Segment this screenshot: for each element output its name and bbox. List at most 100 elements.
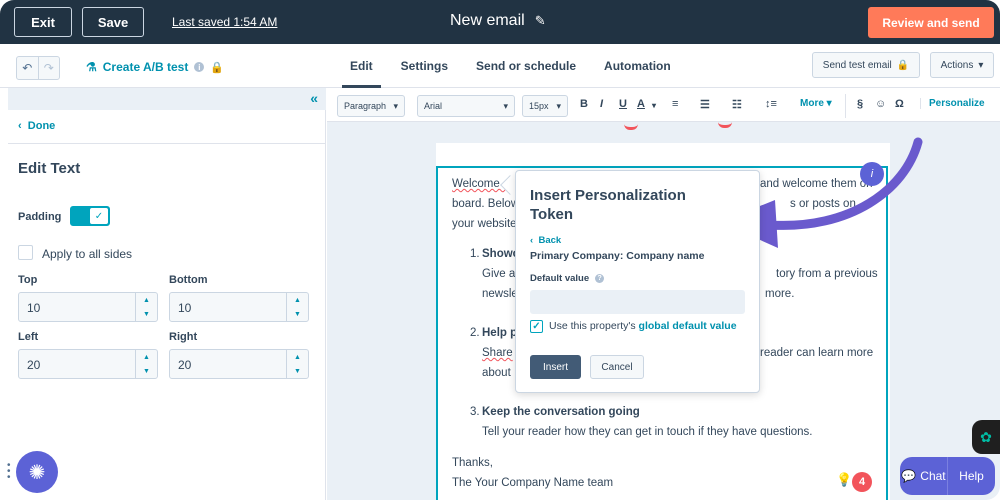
list-number: 3.: [470, 406, 480, 418]
last-saved-link[interactable]: Last saved 1:54 AM: [172, 15, 277, 29]
align-icon[interactable]: ≡: [672, 98, 678, 110]
special-character-icon[interactable]: Ω: [895, 98, 904, 110]
apply-all-sides-checkbox[interactable]: [18, 245, 33, 260]
bold-icon[interactable]: B: [580, 98, 588, 110]
chat-label: Chat: [920, 469, 946, 483]
drag-handle-icon[interactable]: • • •: [7, 461, 11, 483]
underline-icon[interactable]: U: [619, 98, 627, 110]
send-test-email-button[interactable]: Send test email 🔒: [812, 52, 920, 78]
property-name: Primary Company: Company name: [530, 250, 705, 262]
caret-down-icon: ▾: [393, 100, 398, 111]
done-link[interactable]: ‹ Done: [18, 120, 55, 132]
tab-edit[interactable]: Edit: [336, 44, 387, 88]
actions-label: Actions: [940, 59, 974, 71]
font-select[interactable]: Arial ▾: [417, 95, 515, 117]
email-text: Share: [482, 347, 513, 359]
numbered-list-icon[interactable]: ☷: [732, 98, 742, 111]
bottom-stepper: ▲ ▼: [286, 293, 308, 321]
more-dropdown[interactable]: More ▾: [800, 98, 832, 109]
chevron-up-icon[interactable]: ▲: [136, 293, 157, 307]
email-text: The Your Company Name team: [452, 477, 614, 489]
right-value: 20: [178, 358, 192, 372]
insert-button[interactable]: Insert: [530, 355, 581, 379]
collapse-panel-icon[interactable]: «: [310, 90, 318, 106]
link-icon[interactable]: §: [857, 98, 863, 110]
block-style-select[interactable]: Paragraph ▾: [337, 95, 405, 117]
chat-button[interactable]: 💬 Chat: [900, 457, 947, 495]
tab-send-or-schedule[interactable]: Send or schedule: [462, 44, 590, 88]
global-default-link[interactable]: global default value: [639, 320, 737, 332]
chevron-down-icon[interactable]: ▼: [287, 307, 308, 321]
email-text: reader can learn more: [760, 347, 874, 359]
actions-dropdown[interactable]: Actions ▾: [930, 52, 994, 78]
email-text: your website: [452, 218, 517, 230]
line-height-icon[interactable]: ↕≡: [765, 98, 777, 110]
chevron-down-icon[interactable]: ▼: [136, 307, 157, 321]
bottom-label: Bottom: [169, 274, 208, 286]
chevron-up-icon[interactable]: ▲: [136, 350, 157, 364]
email-title-group: New email ✎: [450, 12, 546, 30]
undo-icon[interactable]: ↶: [17, 57, 38, 79]
padding-toggle[interactable]: ✓: [70, 206, 110, 226]
right-stepper: ▲ ▼: [286, 350, 308, 378]
email-title[interactable]: New email: [450, 12, 525, 30]
tab-settings[interactable]: Settings: [387, 44, 462, 88]
app-window: Exit Save Last saved 1:54 AM New email ✎…: [0, 0, 1000, 500]
redo-icon[interactable]: ↷: [37, 57, 60, 79]
font-size-value: 15px: [529, 101, 549, 111]
bottom-input[interactable]: 10 ▲ ▼: [169, 292, 309, 322]
personalize-button[interactable]: Personalize: [920, 98, 985, 109]
divider: [845, 94, 846, 118]
app-launcher-icon[interactable]: ✿: [972, 420, 1000, 454]
top-input[interactable]: 10 ▲ ▼: [18, 292, 158, 322]
caret-down-icon[interactable]: ▾: [652, 101, 656, 110]
text-color-icon[interactable]: A: [637, 98, 645, 110]
more-label: More: [800, 98, 824, 109]
exit-button[interactable]: Exit: [14, 7, 72, 37]
editor-tabs: Edit Settings Send or schedule Automatio…: [336, 44, 685, 88]
right-label: Right: [169, 331, 198, 343]
global-default-checkbox[interactable]: ✓: [530, 320, 543, 333]
lightbulb-icon[interactable]: 💡: [836, 472, 852, 488]
cancel-button[interactable]: Cancel: [590, 355, 644, 379]
chevron-down-icon[interactable]: ▼: [136, 364, 157, 378]
email-text: Thanks,: [452, 457, 493, 469]
default-value-input[interactable]: [530, 290, 745, 314]
list-number: 2.: [470, 327, 480, 339]
ab-test-link[interactable]: ⚗ Create A/B test i 🔒: [86, 60, 224, 74]
italic-icon[interactable]: I: [600, 98, 603, 110]
tab-automation[interactable]: Automation: [590, 44, 685, 88]
divider: [8, 143, 326, 144]
bulleted-list-icon[interactable]: ☰: [700, 98, 710, 111]
chevron-up-icon[interactable]: ▲: [287, 293, 308, 307]
email-text: Help p: [482, 327, 518, 339]
font-size-select[interactable]: 15px ▾: [522, 95, 568, 117]
caret-down-icon: ▾: [556, 100, 561, 111]
assistant-launcher-icon[interactable]: ✺: [16, 451, 58, 493]
help-button[interactable]: Help: [947, 457, 995, 495]
email-text: Give a: [482, 268, 516, 280]
right-input[interactable]: 20 ▲ ▼: [169, 349, 309, 379]
ab-test-label[interactable]: Create A/B test: [103, 60, 189, 74]
emoji-icon[interactable]: ☺: [875, 98, 886, 110]
chevron-down-icon[interactable]: ▼: [287, 364, 308, 378]
chat-bubble-icon: 💬: [901, 469, 917, 483]
help-icon[interactable]: ?: [595, 274, 605, 283]
default-value-label-group: Default value ?: [530, 273, 605, 284]
top-stepper: ▲ ▼: [135, 293, 157, 321]
chevron-up-icon[interactable]: ▲: [287, 350, 308, 364]
pencil-icon[interactable]: ✎: [535, 13, 546, 29]
left-input[interactable]: 20 ▲ ▼: [18, 349, 158, 379]
email-text: Tell your reader how they can get in tou…: [482, 426, 813, 438]
email-text: Keep the conversation going: [482, 406, 640, 418]
save-button[interactable]: Save: [82, 7, 144, 37]
popover-title: Insert Personalization Token: [530, 187, 686, 223]
flask-icon: ⚗: [86, 60, 97, 74]
list-number: 1.: [470, 248, 480, 260]
info-icon[interactable]: i: [194, 62, 205, 72]
padding-label: Padding: [18, 211, 62, 223]
notification-badge[interactable]: 4: [852, 472, 872, 492]
review-and-send-button[interactable]: Review and send: [868, 7, 994, 38]
global-default-label: Use this property's global default value: [549, 320, 739, 333]
back-link[interactable]: ‹ Back: [530, 235, 561, 246]
